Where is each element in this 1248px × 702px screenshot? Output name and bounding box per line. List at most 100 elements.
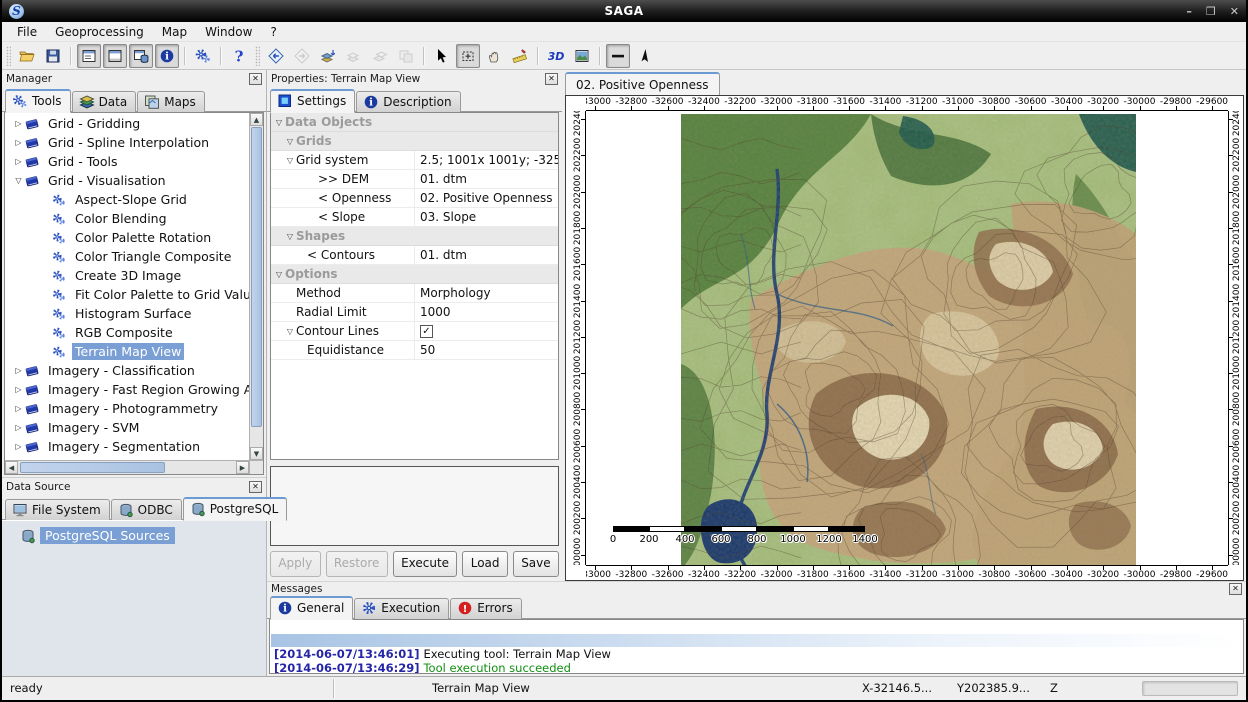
tree-item-color-palette-rotation[interactable]: Color Palette Rotation — [5, 228, 249, 247]
zoom-tool-button[interactable] — [456, 44, 480, 68]
minimize-button[interactable]: – — [1186, 5, 1192, 18]
property-value[interactable]: 02. Positive Openness — [414, 189, 558, 207]
property-row-method[interactable]: MethodMorphology — [271, 284, 558, 303]
collapse-icon[interactable]: ▽ — [273, 270, 285, 279]
zoom-previous-button[interactable] — [264, 44, 288, 68]
maximize-button[interactable]: ❒ — [1206, 5, 1216, 18]
tree-item-imagery-classification[interactable]: ▷Imagery - Classification — [5, 361, 249, 380]
show-object-properties-button[interactable] — [103, 44, 127, 68]
add-data-button[interactable] — [316, 44, 340, 68]
manager-tab-tools[interactable]: Tools — [5, 89, 71, 113]
scalebar-toggle-button[interactable] — [606, 44, 630, 68]
scroll-up-icon[interactable]: ▲ — [250, 113, 263, 126]
tree-item-imagery-fast-region-growing-alg[interactable]: ▷Imagery - Fast Region Growing Alg — [5, 380, 249, 399]
copy-map-button[interactable] — [394, 44, 418, 68]
tree-item-fit-color-palette-to-grid-values[interactable]: Fit Color Palette to Grid Values — [5, 285, 249, 304]
property-row-dem[interactable]: >> DEM01. dtm — [271, 170, 558, 189]
menu-file[interactable]: File — [8, 23, 46, 41]
load-button[interactable]: Load — [462, 551, 507, 577]
data-source-close-icon[interactable]: ✕ — [249, 481, 262, 493]
manager-tab-data[interactable]: Data — [72, 91, 137, 112]
checkbox-checked-icon[interactable]: ✓ — [420, 325, 433, 338]
add-layer-button[interactable] — [342, 44, 366, 68]
help-button[interactable]: ? — [227, 44, 251, 68]
collapse-icon[interactable]: ▽ — [284, 327, 296, 336]
menu-map[interactable]: Map — [153, 23, 196, 41]
map-canvas[interactable]: 0200400600800100012001400 — [586, 111, 1228, 565]
property-row-grids[interactable]: ▽Grids — [271, 132, 558, 151]
show-data-source-button[interactable] — [129, 44, 153, 68]
tree-item-aspect-slope-grid[interactable]: Aspect-Slope Grid — [5, 190, 249, 209]
data-source-tab-file-system[interactable]: File System — [5, 499, 110, 520]
collapse-icon[interactable]: ▽ — [284, 156, 296, 165]
property-value[interactable]: 2.5; 1001x 1001y; -32500 — [414, 151, 558, 169]
tree-vertical-scrollbar[interactable]: ▲ ▼ — [249, 113, 263, 460]
property-value[interactable]: 01. dtm — [414, 246, 558, 264]
expand-icon[interactable]: ▷ — [13, 442, 24, 451]
messages-tab-errors[interactable]: !Errors — [450, 598, 522, 619]
expand-icon[interactable]: ▷ — [13, 119, 24, 128]
messages-tab-general[interactable]: iGeneral — [270, 596, 353, 620]
property-row-options[interactable]: ▽Options — [271, 265, 558, 284]
property-value[interactable]: 01. dtm — [414, 170, 558, 188]
tree-item-create-3d-image[interactable]: Create 3D Image — [5, 266, 249, 285]
property-row-contour-lines[interactable]: ▽Contour Lines✓ — [271, 322, 558, 341]
tree-item-imagery-svm[interactable]: ▷Imagery - SVM — [5, 418, 249, 437]
property-value[interactable]: ✓ — [414, 322, 558, 340]
execute-button[interactable]: Execute — [393, 551, 458, 577]
close-button[interactable]: ✕ — [1230, 5, 1239, 18]
property-row-shapes[interactable]: ▽Shapes — [271, 227, 558, 246]
tree-item-grid-visualisation[interactable]: ▽Grid - Visualisation — [5, 171, 249, 190]
collapse-icon[interactable]: ▽ — [284, 137, 296, 146]
manager-close-icon[interactable]: ✕ — [249, 73, 262, 85]
scroll-right-icon[interactable]: ▶ — [236, 461, 249, 474]
manager-tab-maps[interactable]: Maps — [137, 91, 205, 112]
scroll-down-icon[interactable]: ▼ — [250, 447, 263, 460]
map-image[interactable] — [681, 114, 1136, 565]
show-manager-button[interactable] — [77, 44, 101, 68]
north-arrow-button[interactable] — [632, 44, 656, 68]
property-value[interactable]: Morphology — [414, 284, 558, 302]
properties-tab-description[interactable]: iDescription — [356, 91, 460, 112]
tree-item-imagery-photogrammetry[interactable]: ▷Imagery - Photogrammetry — [5, 399, 249, 418]
expand-icon[interactable]: ▷ — [13, 157, 24, 166]
expand-icon[interactable]: ▷ — [13, 423, 24, 432]
menu-help[interactable]: ? — [261, 23, 285, 41]
save-file-button[interactable] — [41, 44, 65, 68]
menu-window[interactable]: Window — [196, 23, 261, 41]
tree-item-grid-tools[interactable]: ▷Grid - Tools — [5, 152, 249, 171]
tree-item-color-blending[interactable]: Color Blending — [5, 209, 249, 228]
menu-geoprocessing[interactable]: Geoprocessing — [46, 23, 153, 41]
show-info-button[interactable]: i — [155, 44, 179, 68]
property-value[interactable]: 03. Slope — [414, 208, 558, 226]
property-row-data-objects[interactable]: ▽Data Objects — [271, 113, 558, 132]
property-row-grid-system[interactable]: ▽Grid system2.5; 1001x 1001y; -32500 — [271, 151, 558, 170]
log-selected-line[interactable] — [271, 634, 1242, 647]
tree-item-terrain-map-view[interactable]: Terrain Map View — [5, 342, 249, 361]
zoom-next-button[interactable] — [290, 44, 314, 68]
tree-item-grid-gridding[interactable]: ▷Grid - Gridding — [5, 114, 249, 133]
map-tab[interactable]: 02. Positive Openness — [565, 72, 720, 95]
properties-close-icon[interactable]: ✕ — [545, 73, 558, 85]
data-source-tab-postgresql[interactable]: PostgreSQL — [183, 497, 288, 521]
expand-icon[interactable]: ▷ — [13, 138, 24, 147]
pointer-button[interactable] — [430, 44, 454, 68]
tree-item-grid-spline-interpolation[interactable]: ▷Grid - Spline Interpolation — [5, 133, 249, 152]
measure-tool-button[interactable] — [508, 44, 532, 68]
property-value[interactable]: 50 — [414, 341, 558, 359]
properties-tab-settings[interactable]: Settings — [270, 89, 355, 113]
tree-item-color-triangle-composite[interactable]: Color Triangle Composite — [5, 247, 249, 266]
collapse-icon[interactable]: ▽ — [13, 176, 24, 185]
property-row-slope[interactable]: < Slope03. Slope — [271, 208, 558, 227]
expand-icon[interactable]: ▷ — [13, 366, 24, 375]
expand-icon[interactable]: ▷ — [13, 404, 24, 413]
scroll-left-icon[interactable]: ◀ — [5, 461, 18, 474]
collapse-icon[interactable]: ▽ — [273, 118, 285, 127]
geoprocessing-tools-button[interactable] — [191, 44, 215, 68]
expand-icon[interactable]: ▷ — [13, 385, 24, 394]
tree-item-histogram-surface[interactable]: Histogram Surface — [5, 304, 249, 323]
clip-layers-button[interactable] — [368, 44, 392, 68]
tree-horizontal-scrollbar[interactable]: ◀ ▶ — [5, 460, 249, 474]
save-button[interactable]: Save — [513, 551, 559, 577]
property-row-radial-limit[interactable]: Radial Limit1000 — [271, 303, 558, 322]
